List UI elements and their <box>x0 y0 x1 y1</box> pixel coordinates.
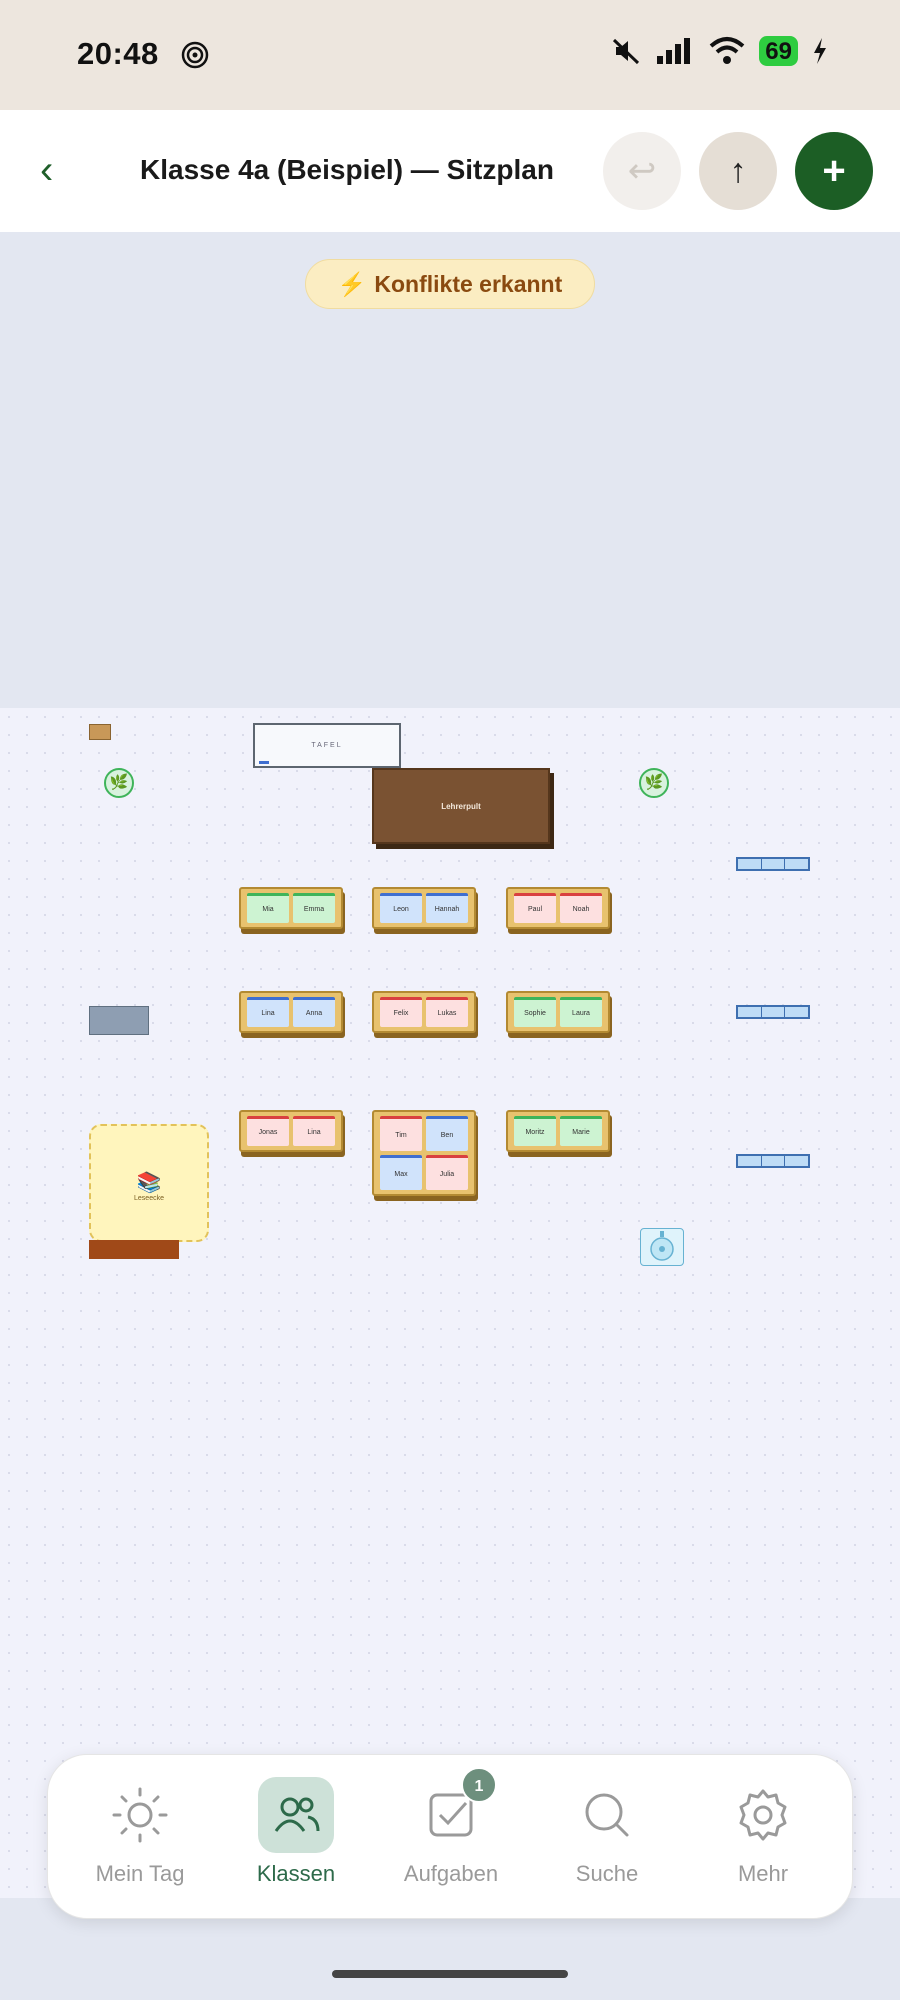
desk[interactable]: Paul Noah <box>506 887 610 929</box>
add-button[interactable]: + <box>795 132 873 210</box>
student-seat[interactable]: Hannah <box>426 893 468 923</box>
window[interactable] <box>736 1154 810 1168</box>
nav-klassen[interactable]: Klassen <box>236 1777 356 1887</box>
undo-icon: ↩ <box>627 152 657 190</box>
nav-label: Aufgaben <box>403 1861 499 1886</box>
mute-icon <box>613 38 640 65</box>
status-icons: 69 <box>611 36 828 66</box>
search-icon <box>569 1777 645 1853</box>
nav-label: Mehr <box>737 1861 789 1886</box>
nav-mein-tag[interactable]: Mein Tag <box>80 1777 200 1887</box>
signal-icon <box>657 38 691 64</box>
student-seat[interactable]: Tim <box>380 1116 422 1151</box>
desk[interactable]: Leon Hannah <box>372 887 476 929</box>
back-button[interactable]: ‹ <box>40 150 70 190</box>
student-seat[interactable]: Marie <box>560 1116 602 1146</box>
charging-icon <box>814 38 826 64</box>
reading-corner[interactable]: 📚 Leseecke <box>89 1124 209 1242</box>
teacher-desk[interactable]: Lehrerpult <box>372 768 550 844</box>
gear-icon <box>725 1777 801 1853</box>
arrow-up-icon: ↑ <box>729 151 747 190</box>
student-seat[interactable]: Lina <box>293 1116 335 1146</box>
student-seat[interactable]: Laura <box>560 997 602 1027</box>
undo-button[interactable]: ↩ <box>603 132 681 210</box>
nav-label: Klassen <box>256 1861 336 1886</box>
student-seat[interactable]: Noah <box>560 893 602 923</box>
plant-icon[interactable]: 🌿 <box>639 768 669 798</box>
export-button[interactable]: ↑ <box>699 132 777 210</box>
sun-icon <box>102 1777 178 1853</box>
desk[interactable]: Sophie Laura <box>506 991 610 1033</box>
desk[interactable]: Jonas Lina <box>239 1110 343 1152</box>
nav-aufgaben[interactable]: 1 Aufgaben <box>391 1767 511 1887</box>
student-seat[interactable]: Sophie <box>514 997 556 1027</box>
student-seat[interactable]: Lukas <box>426 997 468 1027</box>
nav-label: Suche <box>575 1861 639 1886</box>
student-seat[interactable]: Max <box>380 1155 422 1190</box>
student-seat[interactable]: Ben <box>426 1116 468 1151</box>
bottom-nav: Mein Tag Klassen 1 Aufgaben Suche Mehr <box>47 1754 853 1919</box>
lightning-icon: ⚡ <box>337 270 367 297</box>
chalk-tray <box>259 761 269 764</box>
student-seat[interactable]: Leon <box>380 893 422 923</box>
nav-mehr[interactable]: Mehr <box>703 1777 823 1887</box>
student-seat[interactable]: Anna <box>293 997 335 1027</box>
student-seat[interactable]: Emma <box>293 893 335 923</box>
teacher-desk-label: Lehrerpult <box>441 801 481 811</box>
reading-corner-shelf[interactable] <box>89 1240 179 1259</box>
conflict-text: Konflikte erkannt <box>374 270 563 297</box>
plant-icon[interactable]: 🌿 <box>104 768 134 798</box>
door-sign-icon[interactable] <box>89 724 111 740</box>
blackboard[interactable]: TAFEL <box>253 723 401 768</box>
sink-icon[interactable] <box>640 1228 684 1266</box>
reading-corner-label: Leseecke <box>134 1195 164 1202</box>
window[interactable] <box>736 1005 810 1019</box>
desk[interactable]: Felix Lukas <box>372 991 476 1033</box>
desk[interactable]: Mia Emma <box>239 887 343 929</box>
users-icon <box>258 1777 334 1853</box>
nav-suche[interactable]: Suche <box>547 1777 667 1887</box>
student-seat[interactable]: Felix <box>380 997 422 1027</box>
student-seat[interactable]: Moritz <box>514 1116 556 1146</box>
student-seat[interactable]: Lina <box>247 997 289 1027</box>
desk[interactable]: Lina Anna <box>239 991 343 1033</box>
checkbox-icon: 1 <box>413 1767 497 1853</box>
plus-icon: + <box>822 148 846 193</box>
cabinet[interactable] <box>89 1006 149 1035</box>
student-seat[interactable]: Jonas <box>247 1116 289 1146</box>
sink-icon <box>650 1231 674 1261</box>
student-seat[interactable]: Mia <box>247 893 289 923</box>
student-seat[interactable]: Julia <box>426 1155 468 1190</box>
desk[interactable]: Moritz Marie <box>506 1110 610 1152</box>
status-time: 20:48 <box>77 36 159 71</box>
group-desk[interactable]: Tim Ben Max Julia <box>372 1110 476 1196</box>
window[interactable] <box>736 857 810 871</box>
battery-level: 69 <box>759 36 798 66</box>
nav-label: Mein Tag <box>95 1861 185 1886</box>
student-seat[interactable]: Paul <box>514 893 556 923</box>
wifi-icon <box>709 37 745 64</box>
conflict-banner[interactable]: ⚡ Konflikte erkannt <box>305 259 595 309</box>
fingerprint-icon <box>181 41 209 69</box>
page-title: Klasse 4a (Beispiel) — Sitzplan <box>140 154 554 185</box>
notification-badge: 1 <box>461 1767 497 1803</box>
blackboard-label: TAFEL <box>311 742 343 749</box>
app-header: ‹ Klasse 4a (Beispiel) — Sitzplan ↩ ↑ + <box>0 110 900 232</box>
books-icon: 📚 <box>136 1172 162 1194</box>
home-indicator <box>332 1970 568 1978</box>
status-bar: 20:48 69 <box>0 0 900 110</box>
